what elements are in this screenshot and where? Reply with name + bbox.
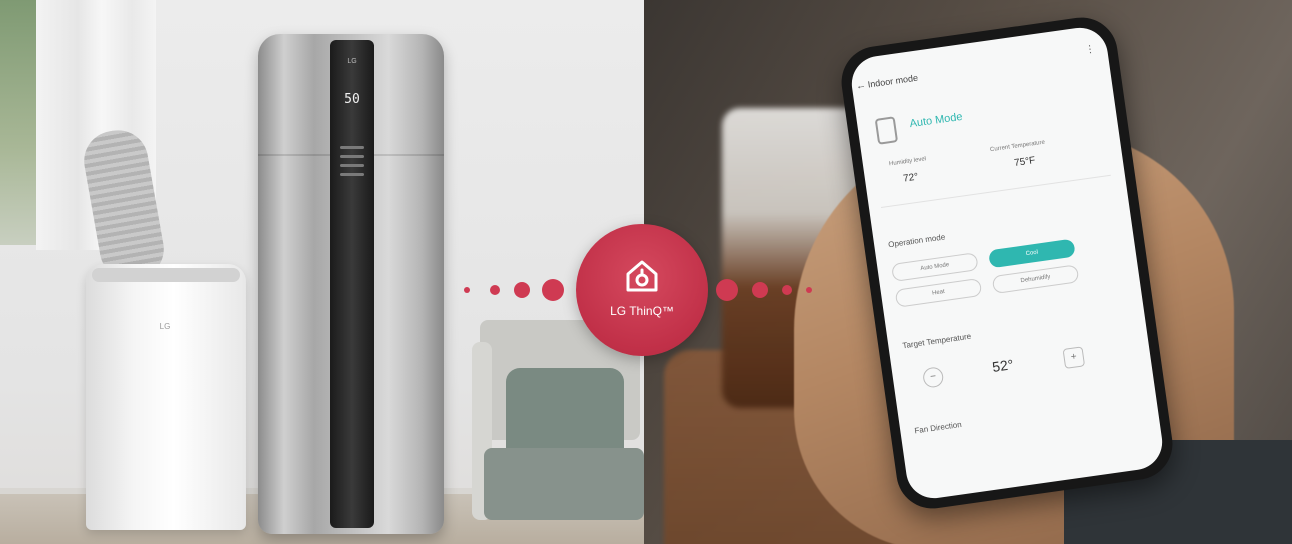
connection-dot bbox=[716, 279, 738, 301]
mode-chip-auto[interactable]: Auto Mode bbox=[891, 252, 979, 282]
operation-mode-heading: Operation mode bbox=[887, 232, 946, 250]
tower-control-panel: LG 50 bbox=[330, 40, 374, 528]
ac-brand-logo: LG bbox=[159, 322, 171, 331]
connection-dot bbox=[514, 282, 530, 298]
stat-temperature-value: 75°F bbox=[1013, 155, 1037, 169]
mode-chip-dehumidify[interactable]: Dehumidify bbox=[991, 264, 1080, 295]
water-heater-tower: LG 50 bbox=[258, 34, 444, 534]
connection-dot bbox=[782, 285, 792, 295]
connection-dot bbox=[464, 287, 470, 293]
connection-dot bbox=[752, 282, 768, 298]
living-room-scene: LG LG 50 bbox=[0, 0, 644, 544]
ac-top-vent bbox=[92, 268, 240, 282]
more-options-icon: ⋮ bbox=[1084, 43, 1096, 56]
tower-brand-logo: LG bbox=[347, 58, 357, 65]
connection-dot bbox=[490, 285, 500, 295]
current-mode-label: Auto Mode bbox=[908, 110, 964, 131]
portable-air-conditioner: LG bbox=[86, 264, 246, 530]
stat-humidity-label: Humidity level bbox=[888, 156, 927, 168]
target-temperature-value: 52° bbox=[991, 356, 1015, 375]
temperature-increase-button[interactable]: + bbox=[1062, 346, 1086, 369]
device-icon bbox=[874, 116, 899, 145]
connection-dot bbox=[542, 279, 564, 301]
connection-dot bbox=[806, 287, 812, 293]
back-arrow-icon: ← bbox=[855, 79, 867, 93]
target-temperature-heading: Target Temperature bbox=[901, 331, 972, 351]
tower-indicator-lights bbox=[340, 140, 364, 182]
stat-humidity-value: 72° bbox=[902, 171, 920, 185]
lg-thinq-badge: LG ThinQ™ bbox=[576, 224, 708, 356]
banner-image: LG LG 50 ← Indoor mode ⋮ Auto Mode Humid… bbox=[0, 0, 1292, 544]
thinq-app-screen: ← Indoor mode ⋮ Auto Mode Humidity level… bbox=[848, 24, 1166, 502]
stat-temperature-label: Current Temperature bbox=[989, 139, 1046, 154]
smart-home-icon bbox=[626, 260, 658, 292]
fan-direction-heading: Fan Direction bbox=[913, 419, 963, 436]
mode-chip-cool[interactable]: Cool bbox=[988, 238, 1076, 269]
chair-seat bbox=[484, 448, 644, 520]
mode-chip-heat[interactable]: Heat bbox=[894, 277, 983, 308]
app-header-title: Indoor mode bbox=[867, 72, 919, 90]
thinq-label: LG ThinQ™ bbox=[610, 304, 674, 318]
temperature-decrease-button[interactable]: − bbox=[921, 366, 945, 389]
tower-temperature-display: 50 bbox=[344, 92, 360, 107]
